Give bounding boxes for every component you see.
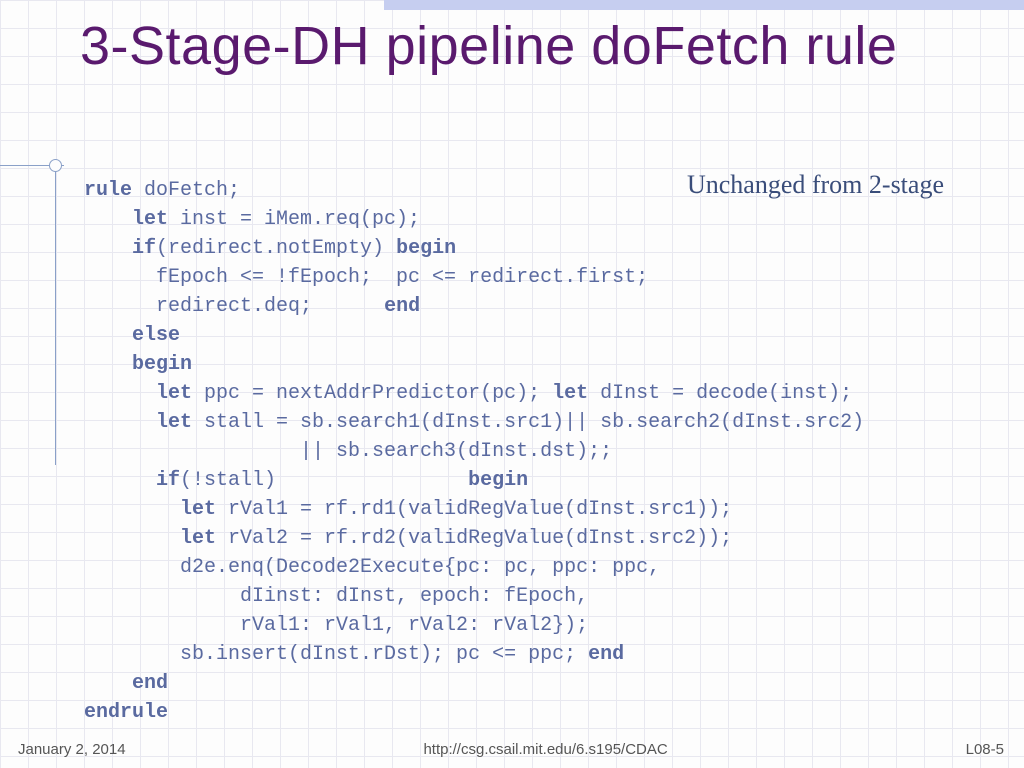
- kw-if: if: [84, 237, 156, 260]
- kw-if: if: [84, 469, 180, 492]
- kw-end: end: [588, 643, 624, 666]
- kw-end: end: [84, 672, 168, 695]
- kw-begin: begin: [468, 469, 528, 492]
- kw-end: end: [384, 295, 420, 318]
- code-text: doFetch;: [132, 179, 240, 202]
- kw-let: let: [84, 208, 168, 231]
- kw-let: let: [84, 498, 216, 521]
- corner-ornament: [48, 158, 64, 174]
- code-text: inst = iMem.req(pc);: [168, 208, 420, 231]
- kw-endrule: endrule: [84, 701, 168, 724]
- footer-date: January 2, 2014: [18, 741, 126, 758]
- slide-title: 3-Stage-DH pipeline doFetch rule: [80, 14, 960, 80]
- footer-slide-number: L08-5: [966, 741, 1004, 758]
- code-text: (redirect.notEmpty): [156, 237, 396, 260]
- kw-let: let: [552, 382, 588, 405]
- code-text: || sb.search3(dInst.dst);;: [84, 440, 612, 463]
- code-block: rule doFetch; let inst = iMem.req(pc); i…: [84, 176, 1004, 727]
- code-text: dIinst: dInst, epoch: fEpoch,: [84, 585, 588, 608]
- code-text: fEpoch <= !fEpoch; pc <= redirect.first;: [84, 266, 648, 289]
- code-text: redirect.deq;: [84, 295, 384, 318]
- kw-let: let: [84, 527, 216, 550]
- code-text: rVal2 = rf.rd2(validRegValue(dInst.src2)…: [216, 527, 732, 550]
- kw-else: else: [84, 324, 180, 347]
- slide-footer: January 2, 2014 http://csg.csail.mit.edu…: [0, 741, 1024, 758]
- footer-url: http://csg.csail.mit.edu/6.s195/CDAC: [423, 741, 667, 758]
- kw-begin: begin: [396, 237, 456, 260]
- code-text: stall = sb.search1(dInst.src1)|| sb.sear…: [192, 411, 864, 434]
- code-text: rVal1 = rf.rd1(validRegValue(dInst.src1)…: [216, 498, 732, 521]
- top-accent-bar: [384, 0, 1024, 10]
- kw-begin: begin: [84, 353, 192, 376]
- code-text: rVal1: rVal1, rVal2: rVal2});: [84, 614, 588, 637]
- code-text: ppc = nextAddrPredictor(pc);: [192, 382, 552, 405]
- code-text: (!stall): [180, 469, 468, 492]
- code-text: sb.insert(dInst.rDst); pc <= ppc;: [84, 643, 588, 666]
- kw-let: let: [84, 382, 192, 405]
- code-text: dInst = decode(inst);: [588, 382, 852, 405]
- kw-let: let: [84, 411, 192, 434]
- code-text: d2e.enq(Decode2Execute{pc: pc, ppc: ppc,: [84, 556, 660, 579]
- kw-rule: rule: [84, 179, 132, 202]
